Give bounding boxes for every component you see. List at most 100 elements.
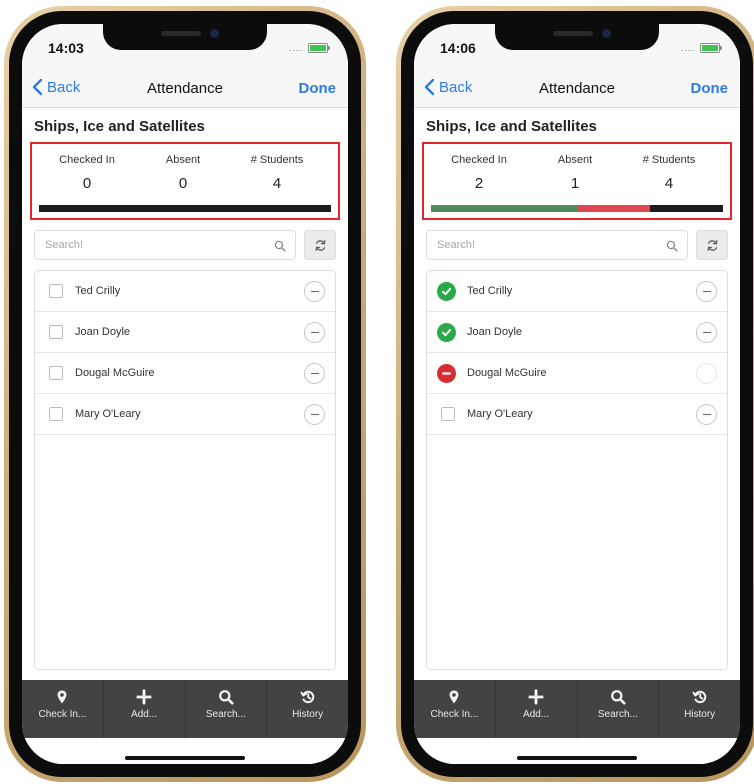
- attendance-summary: Checked In 2 Absent 1 # Students 4: [422, 142, 732, 220]
- done-button[interactable]: Done: [691, 80, 729, 97]
- attendance-checkbox[interactable]: [49, 407, 63, 421]
- status-time: 14:06: [440, 40, 476, 56]
- location-pin-icon: [449, 690, 459, 704]
- attendance-progress-bar: [431, 205, 723, 212]
- student-row[interactable]: Dougal McGuire: [427, 353, 727, 394]
- tab-search[interactable]: Search...: [578, 680, 660, 738]
- home-indicator[interactable]: [125, 756, 245, 760]
- student-row[interactable]: Joan Doyle: [427, 312, 727, 353]
- signal-icon: ....: [288, 43, 303, 53]
- tab-bar: Check In... Add... Search... History: [22, 680, 348, 738]
- search-input[interactable]: [427, 231, 687, 259]
- refresh-button[interactable]: [304, 230, 336, 260]
- attendance-checkbox[interactable]: [49, 284, 63, 298]
- phone-frame-after: 14:06 .... Back Attendance Done Ships, I…: [396, 6, 754, 782]
- history-icon: [692, 690, 706, 704]
- mark-absent-button[interactable]: [304, 404, 325, 425]
- battery-icon: [700, 43, 722, 53]
- refresh-icon: [315, 239, 325, 251]
- present-check-icon[interactable]: [437, 323, 456, 342]
- home-indicator-area: [414, 738, 740, 764]
- absent-minus-icon[interactable]: [437, 364, 456, 383]
- student-row[interactable]: Mary O'Leary: [427, 394, 727, 435]
- checked-in-stat: Checked In 0: [32, 154, 142, 192]
- checked-in-label: Checked In: [451, 154, 507, 166]
- tab-search[interactable]: Search...: [186, 680, 268, 738]
- app-screen: 14:06 .... Back Attendance Done Ships, I…: [414, 24, 740, 764]
- location-pin-icon: [57, 690, 67, 704]
- search-icon: [274, 240, 286, 252]
- progress-unmarked-segment: [39, 205, 331, 212]
- tab-add[interactable]: Add...: [104, 680, 186, 738]
- tab-check-in[interactable]: Check In...: [22, 680, 104, 738]
- tab-label: Search...: [205, 709, 246, 720]
- tab-label: Add...: [131, 709, 158, 720]
- home-indicator[interactable]: [517, 756, 637, 760]
- students-label: # Students: [642, 154, 696, 166]
- search-box: [426, 230, 688, 260]
- mark-absent-button[interactable]: [304, 281, 325, 302]
- attendance-checkbox[interactable]: [441, 407, 455, 421]
- student-name: Dougal McGuire: [75, 367, 155, 379]
- students-stat: # Students 4: [614, 154, 724, 192]
- navigation-bar: Back Attendance Done: [414, 68, 740, 108]
- students-count: 4: [664, 175, 674, 192]
- search-input[interactable]: [35, 231, 295, 259]
- search-icon: [666, 240, 678, 252]
- mark-absent-button[interactable]: [696, 363, 717, 384]
- student-name: Mary O'Leary: [467, 408, 533, 420]
- student-name: Mary O'Leary: [75, 408, 141, 420]
- navigation-bar: Back Attendance Done: [22, 68, 348, 108]
- checked-in-label: Checked In: [59, 154, 115, 166]
- student-row[interactable]: Ted Crilly: [35, 271, 335, 312]
- plus-icon: [528, 689, 544, 705]
- mark-absent-button[interactable]: [696, 404, 717, 425]
- tab-check-in[interactable]: Check In...: [414, 680, 496, 738]
- app-screen: 14:03 .... Back Attendance Done Ships, I…: [22, 24, 348, 764]
- student-list: Ted Crilly Joan Doyle Dougal McGuire Mar…: [426, 270, 728, 670]
- phone-notch: [103, 24, 267, 50]
- student-name: Joan Doyle: [75, 326, 131, 338]
- checked-in-stat: Checked In 2: [424, 154, 534, 192]
- tab-label: Search...: [597, 709, 638, 720]
- mark-absent-button[interactable]: [304, 322, 325, 343]
- tab-add[interactable]: Add...: [496, 680, 578, 738]
- student-row[interactable]: Ted Crilly: [427, 271, 727, 312]
- phone-notch: [495, 24, 659, 50]
- battery-icon: [308, 43, 330, 53]
- checked-in-count: 0: [82, 175, 92, 192]
- tab-history[interactable]: History: [659, 680, 740, 738]
- students-stat: # Students 4: [222, 154, 332, 192]
- students-count: 4: [272, 175, 282, 192]
- status-time: 14:03: [48, 40, 84, 56]
- student-row[interactable]: Mary O'Leary: [35, 394, 335, 435]
- attendance-summary: Checked In 0 Absent 0 # Students 4: [30, 142, 340, 220]
- done-button[interactable]: Done: [299, 80, 337, 97]
- tab-history[interactable]: History: [267, 680, 348, 738]
- checked-in-count: 2: [474, 175, 484, 192]
- attendance-checkbox[interactable]: [49, 366, 63, 380]
- signal-icon: ....: [680, 43, 695, 53]
- search-icon: [610, 690, 626, 705]
- student-name: Dougal McGuire: [467, 367, 547, 379]
- student-name: Joan Doyle: [467, 326, 523, 338]
- history-icon: [300, 690, 314, 704]
- tab-label: Check In...: [38, 709, 87, 720]
- search-row: [426, 230, 728, 260]
- refresh-button[interactable]: [696, 230, 728, 260]
- tab-label: Check In...: [430, 709, 479, 720]
- mark-absent-button[interactable]: [304, 363, 325, 384]
- mark-absent-button[interactable]: [696, 281, 717, 302]
- present-check-icon[interactable]: [437, 282, 456, 301]
- student-row[interactable]: Dougal McGuire: [35, 353, 335, 394]
- student-row[interactable]: Joan Doyle: [35, 312, 335, 353]
- plus-icon: [136, 689, 152, 705]
- mark-absent-button[interactable]: [696, 322, 717, 343]
- progress-absent-segment: [577, 205, 650, 212]
- search-icon: [218, 690, 234, 705]
- course-title: Ships, Ice and Satellites: [426, 118, 597, 135]
- search-row: [34, 230, 336, 260]
- tab-label: History: [292, 709, 324, 720]
- attendance-checkbox[interactable]: [49, 325, 63, 339]
- student-name: Ted Crilly: [467, 285, 513, 297]
